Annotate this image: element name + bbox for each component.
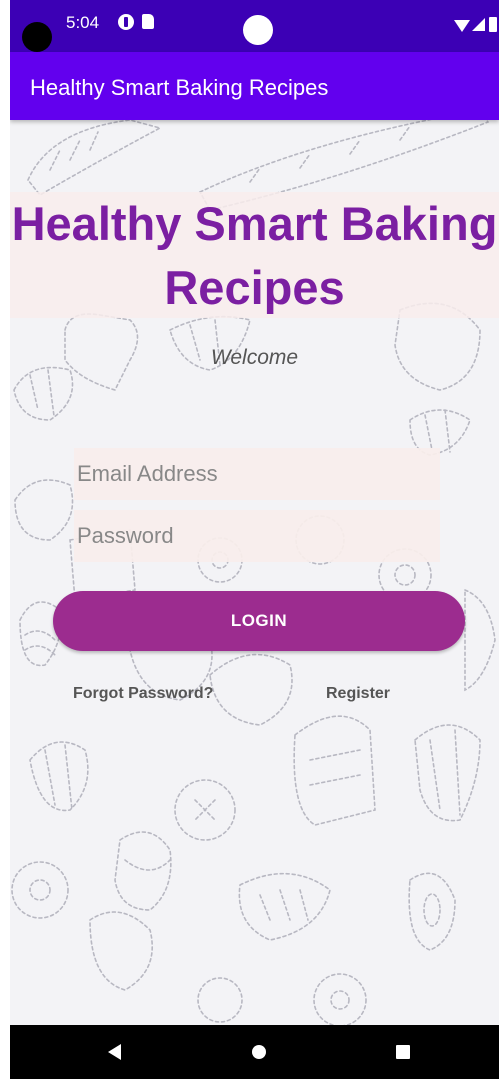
email-field[interactable]: Email Address bbox=[74, 448, 440, 500]
password-field[interactable]: Password bbox=[74, 510, 440, 562]
back-icon[interactable] bbox=[108, 1044, 121, 1060]
battery-icon bbox=[489, 17, 497, 32]
recents-icon[interactable] bbox=[396, 1045, 410, 1059]
welcome-text: Welcome bbox=[210, 346, 299, 369]
page-title: Healthy Smart Baking Recipes bbox=[11, 197, 498, 314]
wifi-icon bbox=[454, 20, 470, 32]
password-placeholder: Password bbox=[77, 523, 174, 548]
email-placeholder: Email Address bbox=[77, 461, 218, 486]
device-screen: 5:04 Healthy Smart Baking Recipes Health… bbox=[10, 0, 499, 1079]
register-link[interactable]: Register bbox=[326, 685, 390, 703]
login-content: Healthy Smart Baking Recipes Welcome Ema… bbox=[10, 120, 499, 1025]
status-time: 5:04 bbox=[66, 13, 100, 32]
status-bar: 5:04 bbox=[10, 0, 499, 52]
signal-icon bbox=[472, 18, 485, 31]
notification-icon bbox=[118, 14, 134, 30]
app-bar-title: Healthy Smart Baking Recipes bbox=[30, 75, 329, 100]
forgot-password-link[interactable]: Forgot Password? bbox=[73, 685, 213, 703]
home-icon[interactable] bbox=[252, 1045, 266, 1059]
camera-icon bbox=[22, 22, 52, 52]
front-camera-icon bbox=[243, 15, 273, 45]
navigation-bar bbox=[10, 1025, 499, 1079]
sd-card-icon bbox=[142, 14, 154, 29]
login-button[interactable]: LOGIN bbox=[53, 591, 465, 651]
app-bar: Healthy Smart Baking Recipes bbox=[10, 52, 499, 120]
